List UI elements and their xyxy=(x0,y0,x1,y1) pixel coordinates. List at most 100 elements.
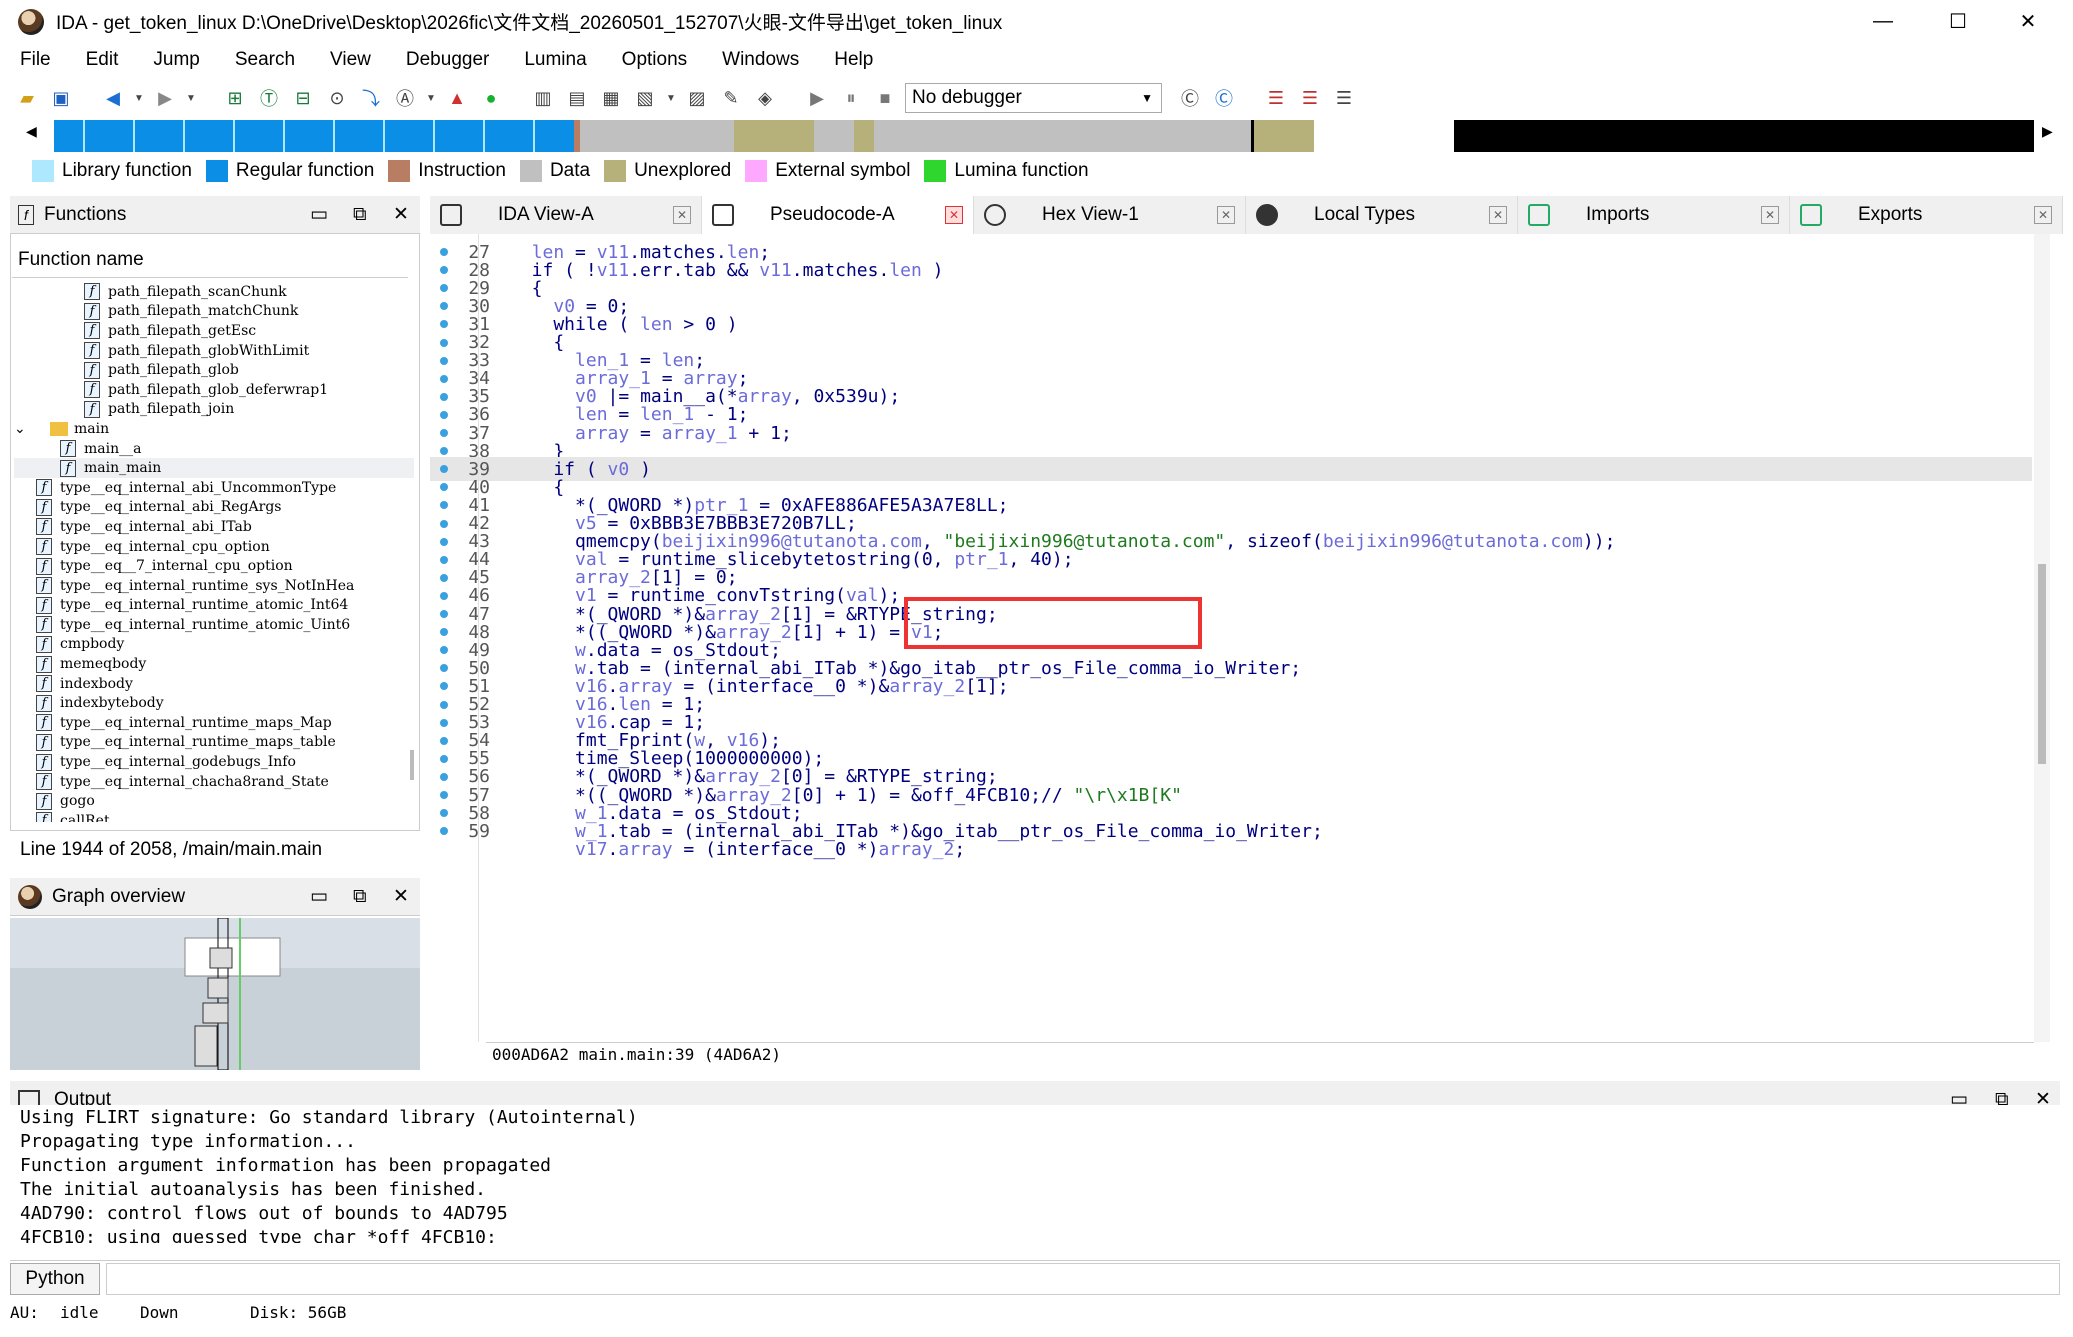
close-tab-icon[interactable]: ✕ xyxy=(1489,206,1507,224)
function-item[interactable]: f indexbytebody xyxy=(14,693,414,713)
forward-dropdown-icon[interactable]: ▼ xyxy=(185,84,197,112)
breakpoint-dot-icon[interactable] xyxy=(440,682,448,691)
breakpoint-dot-icon[interactable] xyxy=(440,483,448,492)
close-graph-icon[interactable]: ✕ xyxy=(393,885,409,908)
stop-debug-icon[interactable]: ■ xyxy=(871,84,899,112)
tab-local-types[interactable]: Local Types ✕ xyxy=(1246,196,1518,234)
float-graph-icon[interactable]: ⧉ xyxy=(353,886,367,908)
breakpoint-dot-icon[interactable] xyxy=(440,700,448,709)
graph-overview-canvas[interactable] xyxy=(10,918,420,1070)
close-tab-icon[interactable]: ✕ xyxy=(945,206,963,224)
folder-item[interactable]: ⌄ main xyxy=(14,419,414,439)
function-item[interactable]: f type__eq_internal_chacha8rand_State xyxy=(14,772,414,792)
function-item[interactable]: f type__eq_internal_abi_UncommonType xyxy=(14,478,414,498)
float-pane-icon[interactable]: ⧉ xyxy=(353,204,367,226)
back-dropdown-icon[interactable]: ▼ xyxy=(133,84,145,112)
function-name-column[interactable]: Function name xyxy=(18,249,144,271)
menu-view[interactable]: View xyxy=(330,49,371,71)
breakpoint-dot-icon[interactable] xyxy=(440,429,448,437)
breakpoint-dot-icon[interactable] xyxy=(440,736,448,745)
pause-debug-icon[interactable]: ⏸ xyxy=(837,84,865,112)
breakpoint-dot-icon[interactable] xyxy=(440,447,448,456)
breakpoint-dot-icon[interactable] xyxy=(440,519,448,528)
breakpoint-dot-icon[interactable] xyxy=(440,791,448,799)
function-item[interactable]: f path_filepath_glob_deferwrap1 xyxy=(14,380,414,400)
struct-icon[interactable]: ▨ xyxy=(683,84,711,112)
menu-options[interactable]: Options xyxy=(622,49,687,71)
list-1-icon[interactable]: ☰ xyxy=(1262,84,1290,112)
breakpoint-dot-icon[interactable] xyxy=(440,591,448,600)
back-arrow-icon[interactable]: ◀ xyxy=(99,84,127,112)
segment-3-icon[interactable]: ▦ xyxy=(597,84,625,112)
breakpoint-dot-icon[interactable] xyxy=(440,664,448,673)
debugger-select[interactable]: No debugger ▼ xyxy=(905,83,1162,113)
tab-pseudocode-a[interactable]: Pseudocode-A ✕ xyxy=(702,196,974,234)
code-scrollbar[interactable] xyxy=(2034,234,2050,1042)
decompile-active-icon[interactable]: Ⓒ xyxy=(1210,84,1238,112)
close-tab-icon[interactable]: ✕ xyxy=(673,206,691,224)
breakpoint-dot-icon[interactable] xyxy=(440,302,448,311)
navigation-band[interactable] xyxy=(54,120,2034,152)
chevron-down-icon[interactable]: ⌄ xyxy=(14,421,36,437)
tab-imports[interactable]: Imports ✕ xyxy=(1518,196,1790,234)
function-item[interactable]: f path_filepath_scanChunk xyxy=(14,282,414,302)
command-input[interactable] xyxy=(106,1262,2060,1295)
breakpoint-dot-icon[interactable] xyxy=(440,718,448,727)
menu-search[interactable]: Search xyxy=(235,49,295,71)
close-pane-icon[interactable]: ✕ xyxy=(393,203,409,226)
function-item[interactable]: f cmpbody xyxy=(14,635,414,655)
patch-icon[interactable]: ✎ xyxy=(717,84,745,112)
tab-ida-view-a[interactable]: IDA View-A ✕ xyxy=(430,196,702,234)
function-item[interactable]: f type__eq_internal_runtime_maps_table xyxy=(14,733,414,753)
function-item[interactable]: f gogo xyxy=(14,791,414,811)
breakpoint-dot-icon[interactable] xyxy=(440,573,448,582)
breakpoint-dot-icon[interactable] xyxy=(440,501,448,510)
breakpoint-dot-icon[interactable] xyxy=(440,754,448,763)
function-item[interactable]: f path_filepath_globWithLimit xyxy=(14,341,414,361)
breakpoint-dot-icon[interactable] xyxy=(440,827,448,836)
function-item[interactable]: f type__eq_internal_cpu_option xyxy=(14,537,414,557)
output-log[interactable]: Using FLIRT signature: Go standard libra… xyxy=(10,1105,2060,1243)
function-item[interactable]: f callRet xyxy=(14,811,414,822)
tab-hex-view-1[interactable]: Hex View-1 ✕ xyxy=(974,196,1246,234)
function-item[interactable]: f type__eq_internal_runtime_atomic_Uint6 xyxy=(14,615,414,635)
forward-arrow-icon[interactable]: ▶ xyxy=(151,84,179,112)
function-item[interactable]: f type__eq_internal_godebugs_Info xyxy=(14,752,414,772)
function-item[interactable]: f indexbody xyxy=(14,674,414,694)
list-3-icon[interactable]: ☰ xyxy=(1330,84,1358,112)
function-item[interactable]: f type__eq_internal_runtime_sys_NotInHea xyxy=(14,576,414,596)
text-view-icon[interactable]: Ⓣ xyxy=(255,84,283,112)
proximity-icon[interactable]: ⊙ xyxy=(323,84,351,112)
open-folder-icon[interactable]: ▰ xyxy=(13,84,41,112)
breakpoint-dot-icon[interactable] xyxy=(440,628,448,637)
minimize-button[interactable]: — xyxy=(1850,0,1916,43)
function-item[interactable]: f main__a xyxy=(14,439,414,459)
tab-exports[interactable]: Exports ✕ xyxy=(1790,196,2063,234)
breakpoint-dot-icon[interactable] xyxy=(440,320,448,329)
menu-jump[interactable]: Jump xyxy=(153,49,199,71)
breakpoint-dot-icon[interactable] xyxy=(440,338,448,347)
breakpoint-dot-icon[interactable] xyxy=(440,392,448,401)
list-2-icon[interactable]: ☰ xyxy=(1296,84,1324,112)
maximize-graph-icon[interactable]: ▭ xyxy=(310,885,328,908)
save-icon[interactable]: ▣ xyxy=(47,84,75,112)
function-item[interactable]: f memeqbody xyxy=(14,654,414,674)
pseudocode-view[interactable]: 27 len = v11.matches.len; 28 if ( !v11.er… xyxy=(430,234,2032,1042)
menu-lumina[interactable]: Lumina xyxy=(524,49,586,71)
font-a-icon[interactable]: Ⓐ xyxy=(391,84,419,112)
function-item[interactable]: f type__eq_internal_runtime_maps_Map xyxy=(14,713,414,733)
maximize-pane-icon[interactable]: ▭ xyxy=(310,203,328,226)
function-item[interactable]: f path_filepath_join xyxy=(14,400,414,420)
breakpoint-icon[interactable]: ▲ xyxy=(443,84,471,112)
segment-dropdown-icon[interactable]: ▼ xyxy=(665,84,677,112)
menu-debugger[interactable]: Debugger xyxy=(406,49,489,71)
menu-edit[interactable]: Edit xyxy=(86,49,119,71)
breakpoint-dot-icon[interactable] xyxy=(440,266,448,275)
function-item[interactable]: f path_filepath_glob xyxy=(14,360,414,380)
jump-down-icon[interactable]: ⤵ xyxy=(357,84,385,112)
menu-help[interactable]: Help xyxy=(834,49,873,71)
function-item[interactable]: f path_filepath_getEsc xyxy=(14,321,414,341)
close-tab-icon[interactable]: ✕ xyxy=(1761,206,1779,224)
start-debug-icon[interactable]: ▶ xyxy=(803,84,831,112)
code-line[interactable]: v17.array = (interface__0 *)array_2; xyxy=(430,837,2032,861)
